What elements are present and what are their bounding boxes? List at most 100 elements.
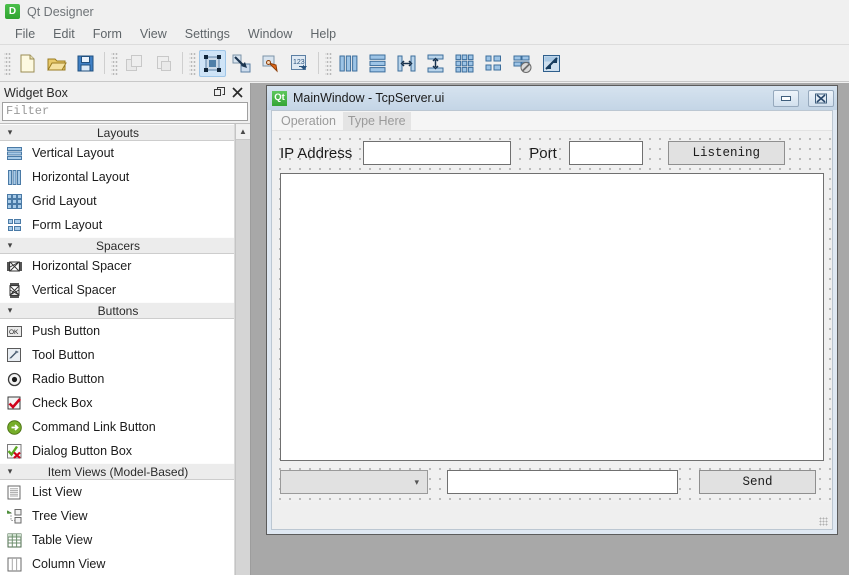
toolbar-grip[interactable] [325,51,332,75]
lay-out-grid-button[interactable] [451,50,478,77]
lay-out-vertically-button[interactable] [364,50,391,77]
chevron-up-icon[interactable]: ▲ [235,124,250,140]
widget-item-check-box[interactable]: Check Box [0,391,234,415]
form-window-title: MainWindow - TcpServer.ui [293,91,445,105]
log-text-browser[interactable] [280,173,824,461]
widget-item-radio-button[interactable]: Radio Button [0,367,234,391]
message-input[interactable] [447,470,678,494]
form-window-titlebar[interactable]: Qt MainWindow - TcpServer.ui [267,86,837,110]
undock-icon[interactable] [212,85,227,100]
open-form-button[interactable] [43,50,70,77]
lay-out-splitter-v-button[interactable] [422,50,449,77]
send-button[interactable]: Send [699,470,816,494]
paste-icon [157,55,171,71]
widget-box-category-spacers[interactable]: ▾ Spacers [0,237,234,254]
tab-order-icon: 123 [291,54,307,70]
port-label: Port [529,144,557,162]
widget-item-dialog-button-box[interactable]: Dialog Button Box [0,439,234,463]
widget-item-label: Radio Button [32,372,105,386]
edit-widgets-icon [204,54,221,72]
tree-view-icon [6,508,23,525]
send-row: ▾ Send [280,470,824,494]
widget-item-command-link-button[interactable]: Command Link Button [0,415,234,439]
app-titlebar: D Qt Designer [0,0,849,23]
dialog-button-box-icon [6,443,23,460]
menu-help[interactable]: Help [301,25,345,43]
toolbar-grip[interactable] [111,51,118,75]
category-label: Item Views (Model-Based) [47,464,189,479]
chevron-down-icon: ▾ [7,305,13,315]
widget-box-scrollbar[interactable]: ▲ [235,124,250,575]
chevron-down-icon: ▾ [7,127,13,137]
form-central-widget: IP Address Port Listening ▾ Send [272,131,832,502]
widget-item-form-layout[interactable]: Form Layout [0,213,234,237]
widget-item-tool-button[interactable]: Tool Button [0,343,234,367]
chevron-down-icon: ▾ [7,466,13,476]
paste-button[interactable] [150,50,177,77]
menu-window[interactable]: Window [239,25,301,43]
list-view-icon [6,484,23,501]
edit-tab-order-button[interactable]: 123 [286,50,313,77]
menu-settings[interactable]: Settings [176,25,239,43]
client-combobox[interactable]: ▾ [280,470,428,494]
widget-item-horizontal-layout[interactable]: Horizontal Layout [0,165,234,189]
widget-item-label: Dialog Button Box [32,444,133,458]
toolbar-grip[interactable] [4,51,11,75]
form-menu-type-here[interactable]: Type Here [342,111,411,130]
listening-button[interactable]: Listening [667,141,785,165]
close-button[interactable] [808,89,834,107]
adjust-size-button[interactable] [538,50,565,77]
lay-out-form-button[interactable] [480,50,507,77]
splitter-vertical-icon [427,54,444,72]
edit-widgets-button[interactable] [199,49,226,77]
widget-box-category-layouts[interactable]: ▾ Layouts [0,124,234,141]
edit-buddies-button[interactable] [257,50,284,77]
copy-button[interactable] [121,50,148,77]
resize-grip-icon[interactable] [819,517,828,526]
search-input[interactable]: Filter [2,102,248,121]
widget-item-grid-layout[interactable]: Grid Layout [0,189,234,213]
widget-item-push-button[interactable]: OK Push Button [0,319,234,343]
edit-buddies-icon [262,55,278,72]
mdi-area: Qt MainWindow - TcpServer.ui Operation T… [251,83,849,575]
widget-item-list-view[interactable]: List View [0,480,234,504]
widget-item-column-view[interactable]: Column View [0,552,234,575]
port-input[interactable] [568,141,643,165]
toolbar-separator [318,52,319,74]
menu-form[interactable]: Form [84,25,131,43]
toolbar: 123 [0,45,849,82]
minimize-button[interactable] [773,89,799,107]
menu-edit[interactable]: Edit [44,25,84,43]
chevron-down-icon: ▾ [7,240,13,250]
menu-file[interactable]: File [6,25,44,43]
adjust-size-icon [543,54,560,72]
widget-item-tree-view[interactable]: Tree View [0,504,234,528]
widget-item-horizontal-spacer[interactable]: Horizontal Spacer [0,254,234,278]
toolbar-grip[interactable] [189,51,196,75]
menu-view[interactable]: View [131,25,176,43]
widget-box-filter-wrap: Filter [0,102,250,123]
widget-item-vertical-spacer[interactable]: Vertical Spacer [0,278,234,302]
widget-box-category-item-views[interactable]: ▾ Item Views (Model-Based) [0,463,234,480]
widget-item-label: Tree View [32,509,88,523]
lay-out-horizontally-button[interactable] [335,50,362,77]
save-form-button[interactable] [72,50,99,77]
break-layout-button[interactable] [509,50,536,77]
scrollbar-track[interactable] [236,140,251,575]
widget-item-label: Table View [32,533,93,547]
edit-signals-slots-button[interactable] [228,50,255,77]
layout-grid-icon [455,54,474,72]
open-folder-icon [47,58,67,70]
lay-out-splitter-h-button[interactable] [393,50,420,77]
ip-address-input[interactable] [363,141,512,165]
form-menu-operation[interactable]: Operation [276,112,341,130]
close-icon[interactable] [230,85,245,100]
widget-box-category-buttons[interactable]: ▾ Buttons [0,302,234,319]
vertical-layout-icon [6,145,23,162]
new-form-button[interactable] [14,50,41,77]
layout-horizontal-icon [339,55,358,71]
widget-item-table-view[interactable]: Table View [0,528,234,552]
widget-item-vertical-layout[interactable]: Vertical Layout [0,141,234,165]
close-icon [815,93,827,103]
tool-button-icon [6,347,23,364]
